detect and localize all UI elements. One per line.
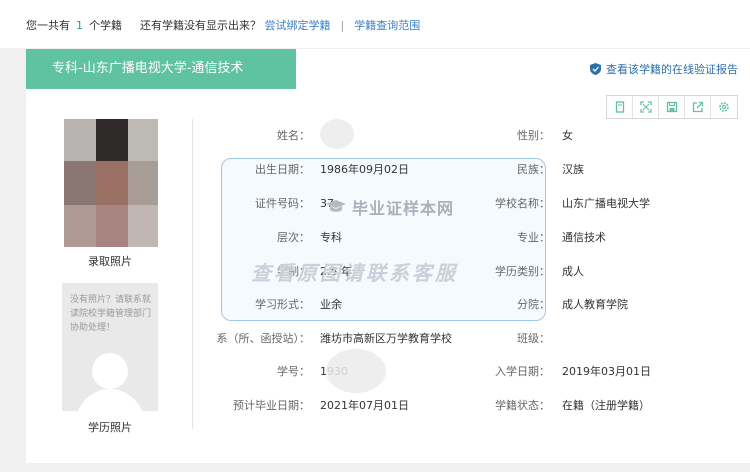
save-icon xyxy=(666,101,677,113)
gender-label: 性别： xyxy=(517,129,550,142)
gender-value: 女 xyxy=(562,129,573,142)
document-icon xyxy=(615,101,624,113)
query-scope-link[interactable]: 学籍查询范围 xyxy=(354,19,420,32)
avatar-head-icon xyxy=(92,353,128,389)
school-name-label: 学校名称： xyxy=(495,197,550,210)
degree-photo-caption: 学历照片 xyxy=(88,421,132,434)
school-name-value: 山东广播电视大学 xyxy=(562,197,650,210)
watermark-logo-text: 毕业证样本网 xyxy=(352,199,455,218)
graduation-cap-icon xyxy=(326,200,346,212)
verify-report-label: 查看该学籍的在线验证报告 xyxy=(606,63,738,76)
bind-record-link[interactable]: 尝试绑定学籍 xyxy=(265,19,331,32)
fullscreen-button[interactable] xyxy=(633,96,659,118)
redaction-blur xyxy=(326,349,386,393)
record-count: 1 xyxy=(76,19,83,32)
document-button[interactable] xyxy=(607,96,633,118)
shield-check-icon xyxy=(590,63,601,75)
graduation-date-label: 预计毕业日期： xyxy=(233,399,310,412)
share-icon xyxy=(692,101,703,113)
study-form-value: 业余 xyxy=(320,298,342,311)
gear-icon xyxy=(719,102,729,112)
watermark-logo: 毕业证样本网 xyxy=(326,195,454,219)
department-value: 潍坊市高新区万学教育学校 xyxy=(320,332,452,345)
level-value: 专科 xyxy=(320,231,342,244)
class-label: 班级： xyxy=(517,332,550,345)
top-info-bar: 您一共有 1 个学籍 还有学籍没有显示出来？ 尝试绑定学籍 | 学籍查询范围 xyxy=(0,0,750,48)
enrollment-date-label: 入学日期： xyxy=(495,365,550,378)
record-status-value: 在籍（注册学籍） xyxy=(562,399,650,412)
name-label: 姓名： xyxy=(277,129,310,142)
record-count-line: 您一共有 1 个学籍 还有学籍没有显示出来？ 尝试绑定学籍 | 学籍查询范围 xyxy=(26,17,420,33)
settings-button[interactable] xyxy=(711,96,737,118)
column-divider xyxy=(192,119,193,429)
missing-question: 还有学籍没有显示出来？ xyxy=(140,19,261,32)
watermark-frame xyxy=(221,158,546,321)
verify-report-link[interactable]: 查看该学籍的在线验证报告 xyxy=(590,61,738,77)
degree-photo-placeholder: 没有照片？请联系就读院校学籍管理部门协助处理！ xyxy=(62,283,158,411)
save-button[interactable] xyxy=(659,96,685,118)
student-number-label: 学号： xyxy=(277,365,310,378)
no-photo-message: 没有照片？请联系就读院校学籍管理部门协助处理！ xyxy=(70,295,152,333)
study-form-label: 学习形式： xyxy=(255,298,310,311)
education-category-label: 学历类别： xyxy=(495,265,550,278)
link-separator: | xyxy=(340,19,345,32)
admission-photo xyxy=(64,119,158,247)
admission-photo-caption: 录取照片 xyxy=(88,255,132,268)
department-label: 系（所、函授站）： xyxy=(216,332,311,345)
id-number-label: 证件号码： xyxy=(255,197,310,210)
branch-value: 成人教育学院 xyxy=(562,298,628,311)
graduation-date-value: 2021年07月01日 xyxy=(320,399,409,412)
fullscreen-icon xyxy=(639,101,652,113)
education-category-value: 成人 xyxy=(562,265,584,278)
redaction-blur xyxy=(320,119,354,149)
watermark-contact-text: 查看原图请联系客服 xyxy=(251,261,458,285)
branch-label: 分院： xyxy=(517,298,550,311)
birth-date-value: 1986年09月02日 xyxy=(320,163,409,176)
ethnicity-label: 民族： xyxy=(517,163,550,176)
enrollment-date-value: 2019年03月01日 xyxy=(562,365,651,378)
major-label: 专业： xyxy=(517,231,550,244)
toolbar xyxy=(606,95,738,119)
birth-date-label: 出生日期： xyxy=(255,163,310,176)
record-title: 专科-山东广播电视大学-通信技术 xyxy=(26,49,296,89)
ethnicity-value: 汉族 xyxy=(562,163,584,176)
record-status-label: 学籍状态： xyxy=(495,399,550,412)
avatar-body-icon xyxy=(76,389,144,411)
count-suffix: 个学籍 xyxy=(89,19,122,32)
share-button[interactable] xyxy=(685,96,711,118)
student-record-card: 专科-山东广播电视大学-通信技术 查看该学籍的在线验证报告 录取照片 没有照片？… xyxy=(26,49,750,463)
count-prefix: 您一共有 xyxy=(26,19,70,32)
level-label: 层次： xyxy=(277,231,310,244)
major-value: 通信技术 xyxy=(562,231,606,244)
